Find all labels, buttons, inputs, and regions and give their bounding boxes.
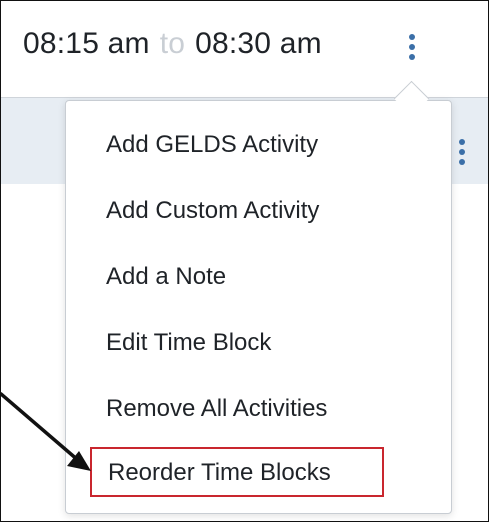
row-more-options-icon[interactable] [458, 139, 466, 171]
kebab-dot [459, 139, 465, 145]
start-time: 08:15 am [23, 27, 150, 60]
time-range: 08:15 am to 08:30 am [23, 27, 322, 61]
more-options-icon[interactable] [408, 34, 416, 66]
kebab-dot [459, 149, 465, 155]
kebab-dot [409, 34, 415, 40]
kebab-dot [459, 159, 465, 165]
menu-item-reorder-time-blocks[interactable]: Reorder Time Blocks [108, 459, 331, 487]
highlight-callout-box: Reorder Time Blocks [90, 447, 384, 497]
menu-item-add-custom-activity[interactable]: Add Custom Activity [106, 197, 319, 225]
to-separator: to [159, 27, 186, 60]
menu-item-add-note[interactable]: Add a Note [106, 263, 226, 291]
kebab-dot [409, 44, 415, 50]
screenshot-frame: 08:15 am to 08:30 am Add GELDS Activity Ad… [0, 0, 489, 522]
context-menu: Add GELDS Activity Add Custom Activity A… [65, 100, 452, 514]
menu-item-remove-all-activities[interactable]: Remove All Activities [106, 395, 327, 423]
end-time: 08:30 am [195, 27, 322, 60]
menu-item-add-gelds-activity[interactable]: Add GELDS Activity [106, 131, 318, 159]
menu-item-edit-time-block[interactable]: Edit Time Block [106, 329, 271, 357]
kebab-dot [409, 54, 415, 60]
